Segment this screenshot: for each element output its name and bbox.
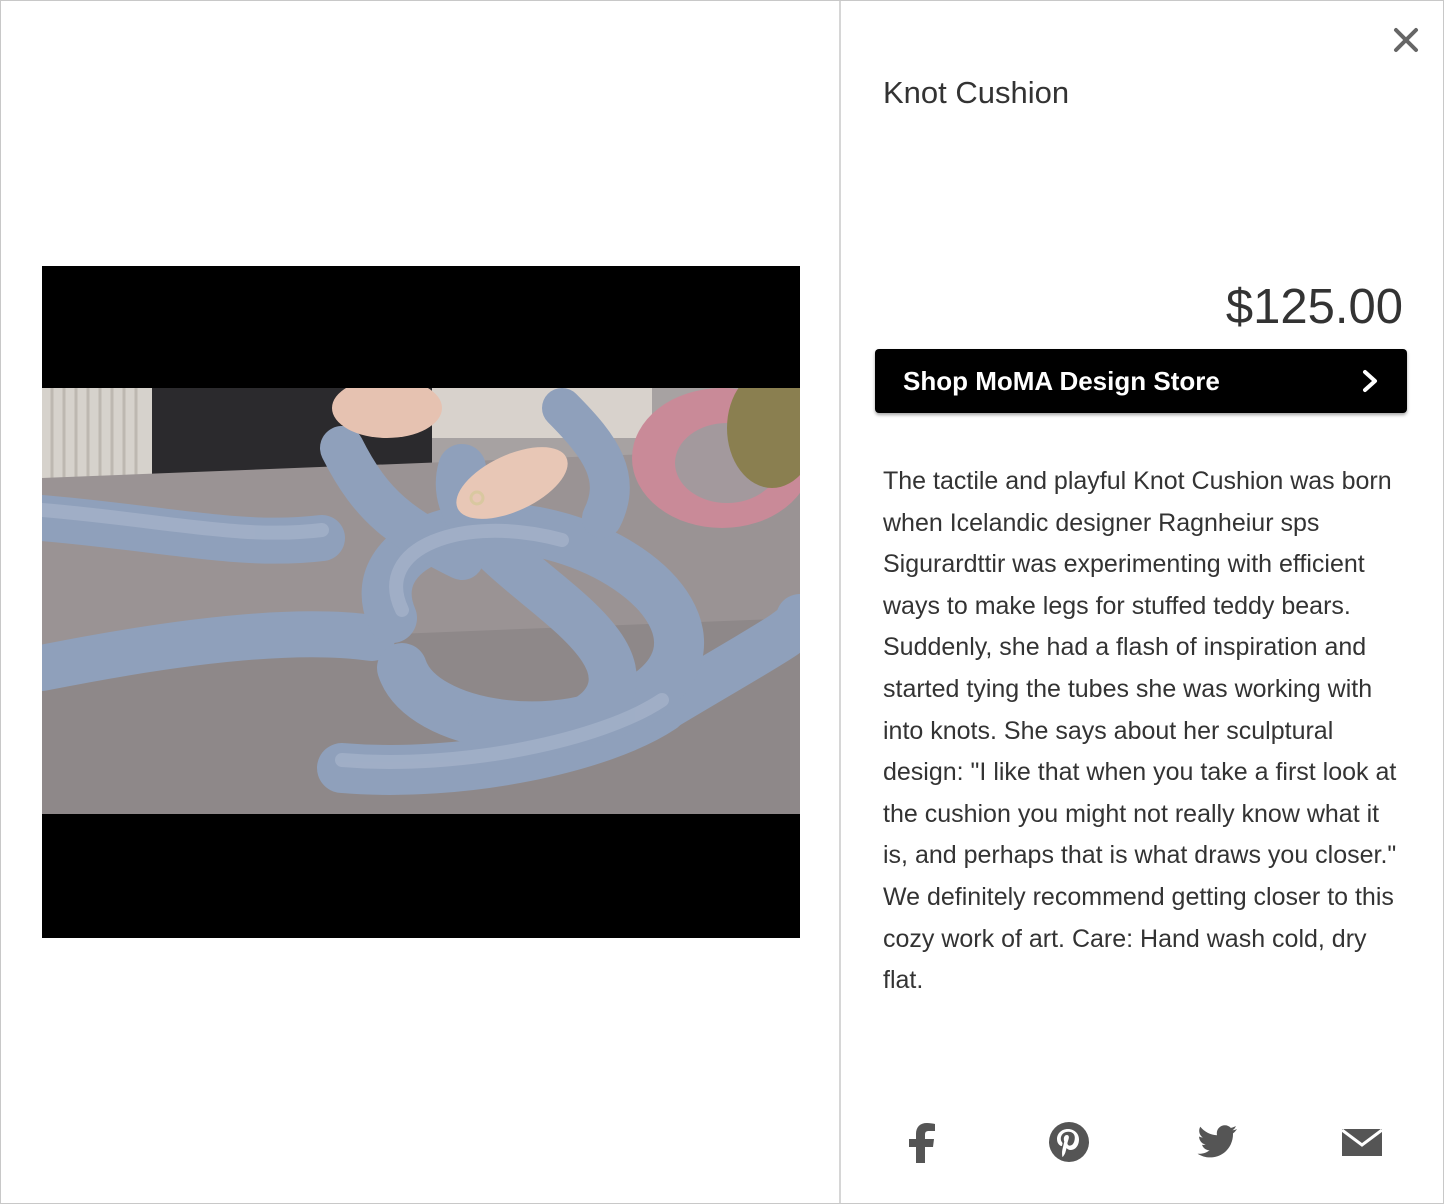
video-still-image [42, 388, 800, 814]
mail-icon [1341, 1128, 1383, 1156]
product-modal: Knot Cushion $125.00 Shop MoMA Design St… [0, 0, 1444, 1204]
shop-button-label: Shop MoMA Design Store [903, 365, 1220, 396]
close-button[interactable] [1391, 25, 1421, 55]
details-pane: Knot Cushion $125.00 Shop MoMA Design St… [843, 1, 1443, 1203]
product-price: $125.00 [1225, 280, 1403, 334]
product-video[interactable] [42, 266, 800, 938]
chevron-right-icon [1363, 370, 1377, 392]
pinterest-icon [1049, 1122, 1089, 1162]
media-pane [1, 1, 841, 1203]
shop-button[interactable]: Shop MoMA Design Store [875, 349, 1407, 413]
pinterest-share-button[interactable] [1047, 1119, 1091, 1165]
twitter-icon [1197, 1125, 1237, 1158]
facebook-icon [909, 1123, 935, 1163]
twitter-share-button[interactable] [1195, 1119, 1239, 1165]
video-frame [42, 388, 800, 814]
share-bar [843, 1119, 1443, 1169]
email-share-button[interactable] [1341, 1119, 1383, 1165]
facebook-share-button[interactable] [905, 1119, 939, 1165]
close-icon [1394, 28, 1418, 52]
product-description: The tactile and playful Knot Cushion was… [883, 467, 1397, 995]
product-title: Knot Cushion [883, 75, 1070, 110]
